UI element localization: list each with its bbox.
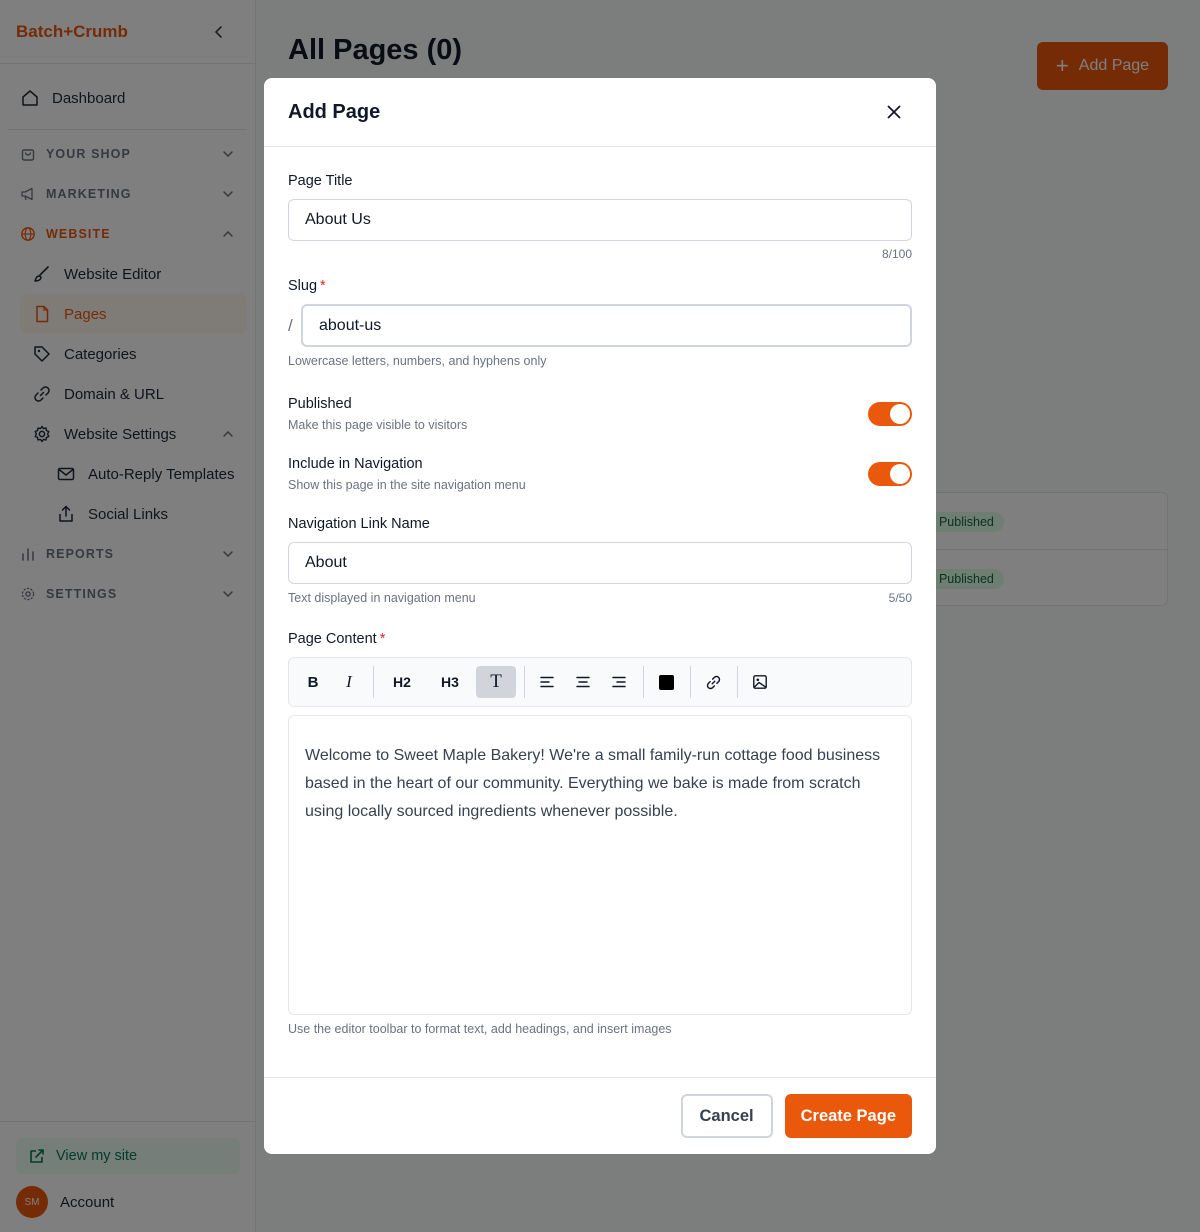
toolbar-divider	[373, 666, 374, 698]
page-title-input[interactable]: About Us	[288, 199, 912, 241]
toolbar-divider	[690, 666, 691, 698]
editor-toolbar: B I H2 H3 T	[288, 657, 912, 707]
text-icon: T	[490, 671, 502, 692]
content-help: Use the editor toolbar to format text, a…	[288, 1022, 672, 1036]
add-page-dialog: Add Page Page Title About Us 8/100 Slug *…	[264, 78, 936, 1154]
nav-link-value: About	[305, 554, 347, 571]
page-title-label: Page Title	[288, 173, 353, 189]
nav-link-help: Text displayed in navigation menu	[288, 591, 476, 605]
align-right-button[interactable]	[603, 666, 635, 698]
published-help: Make this page visible to visitors	[288, 418, 468, 432]
dialog-title: Add Page	[288, 100, 381, 123]
include-nav-row: Include in Navigation Show this page in …	[288, 456, 912, 492]
create-page-button[interactable]: Create Page	[784, 1094, 912, 1138]
h3-label: H3	[441, 674, 459, 690]
include-nav-help: Show this page in the site navigation me…	[288, 478, 526, 492]
nav-link-input[interactable]: About	[288, 542, 912, 584]
nav-link-label: Navigation Link Name	[288, 516, 430, 532]
content-field: Page Content * B I H2 H3 T Welcome to Sw…	[288, 631, 912, 1036]
cancel-button[interactable]: Cancel	[680, 1094, 773, 1138]
published-text: Published Make this page visible to visi…	[288, 396, 467, 432]
content-label-text: Page Content	[288, 631, 377, 647]
link-icon	[706, 675, 720, 689]
include-nav-toggle[interactable]	[868, 462, 912, 486]
include-nav-text: Include in Navigation Show this page in …	[288, 456, 526, 492]
toolbar-divider	[737, 666, 738, 698]
align-left-icon	[540, 676, 554, 688]
slug-input[interactable]: about-us	[301, 304, 912, 347]
text-color-button[interactable]	[650, 666, 682, 698]
content-paragraph: Welcome to Sweet Maple Bakery! We're a s…	[305, 747, 881, 820]
italic-icon: I	[346, 672, 352, 691]
slug-help: Lowercase letters, numbers, and hyphens …	[288, 354, 547, 368]
dialog-body: Page Title About Us 8/100 Slug * / about-…	[264, 147, 936, 1036]
toggle-knob	[890, 404, 910, 424]
align-left-button[interactable]	[531, 666, 563, 698]
close-icon	[887, 105, 901, 119]
insert-image-button[interactable]	[744, 666, 776, 698]
h2-label: H2	[393, 674, 411, 690]
toolbar-divider	[524, 666, 525, 698]
image-icon	[753, 675, 767, 689]
page-title-value: About Us	[305, 211, 371, 228]
h3-button[interactable]: H3	[428, 666, 472, 698]
h2-button[interactable]: H2	[380, 666, 424, 698]
toolbar-divider	[643, 666, 644, 698]
italic-button[interactable]: I	[333, 666, 365, 698]
slug-label: Slug *	[288, 278, 912, 294]
align-center-icon	[576, 676, 590, 688]
bold-icon: B	[307, 673, 319, 691]
color-swatch-icon	[658, 674, 674, 690]
slug-value: about-us	[319, 316, 382, 334]
slug-prefix: /	[288, 315, 293, 335]
dialog-footer: Cancel Create Page	[264, 1077, 936, 1154]
nav-link-field: Navigation Link Name About Text displaye…	[288, 516, 912, 605]
nav-link-meta: Text displayed in navigation menu 5/50	[288, 591, 912, 605]
close-button[interactable]	[882, 100, 906, 124]
dialog-header: Add Page	[264, 78, 936, 147]
align-center-button[interactable]	[567, 666, 599, 698]
page-title-counter: 8/100	[881, 247, 912, 261]
required-marker: *	[320, 278, 326, 294]
content-editor[interactable]: Welcome to Sweet Maple Bakery! We're a s…	[288, 715, 912, 1015]
required-marker: *	[379, 631, 386, 647]
toggle-knob	[890, 464, 910, 484]
content-label: Page Content *	[288, 631, 912, 647]
include-nav-label: Include in Navigation	[288, 456, 423, 472]
nav-link-counter: 5/50	[888, 591, 912, 605]
slug-row: / about-us	[288, 304, 912, 347]
slug-label-text: Slug	[288, 278, 318, 294]
published-toggle[interactable]	[868, 402, 912, 426]
bold-button[interactable]: B	[297, 666, 329, 698]
insert-link-button[interactable]	[697, 666, 729, 698]
published-row: Published Make this page visible to visi…	[288, 396, 912, 432]
published-label: Published	[288, 396, 352, 412]
slug-field: Slug * / about-us Lowercase letters, numb…	[288, 278, 912, 368]
paragraph-button[interactable]: T	[476, 666, 516, 698]
align-right-icon	[612, 676, 626, 688]
